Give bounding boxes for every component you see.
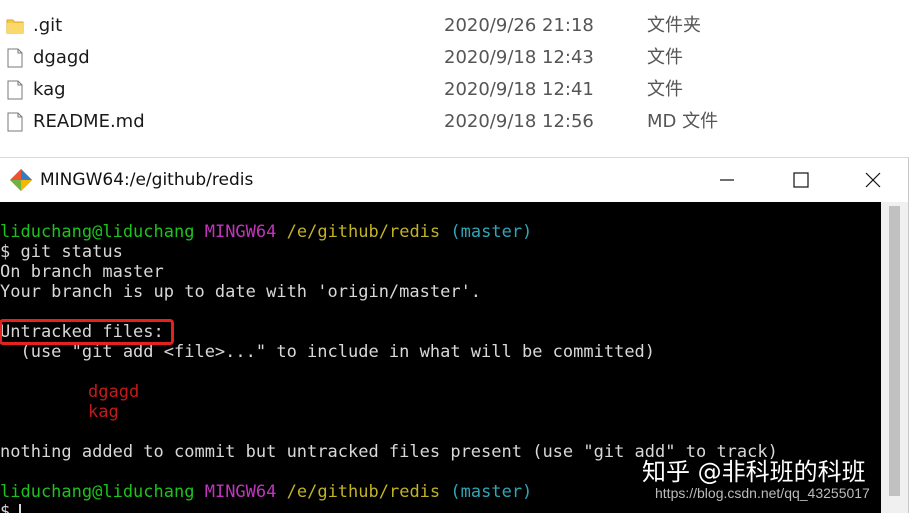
prompt-system: MINGW64 xyxy=(204,482,277,502)
prompt-path: /e/github/redis xyxy=(286,482,441,502)
file-icon xyxy=(7,112,23,132)
prompt-path: /e/github/redis xyxy=(286,222,441,242)
file-row-dgagd[interactable]: dgagd 2020/9/18 12:43 文件 xyxy=(0,42,909,74)
file-date: 2020/9/18 12:56 xyxy=(444,111,594,132)
file-name: README.md xyxy=(33,111,145,132)
watermark-url: https://blog.csdn.net/qq_43255017 xyxy=(655,485,870,501)
file-date: 2020/9/26 21:18 xyxy=(444,15,594,36)
output-line: (use "git add <file>..." to include in w… xyxy=(0,342,656,362)
file-date: 2020/9/18 12:43 xyxy=(444,47,594,68)
close-button[interactable] xyxy=(858,165,888,195)
highlight-box xyxy=(0,319,174,345)
prompt-branch: (master) xyxy=(450,482,533,502)
title-bar[interactable]: MINGW64:/e/github/redis xyxy=(0,158,908,201)
maximize-icon xyxy=(793,172,809,188)
watermark: 知乎 @非科班的科班 xyxy=(642,458,866,486)
file-row-kag[interactable]: kag 2020/9/18 12:41 文件 xyxy=(0,74,909,106)
command-line: $ git status xyxy=(0,242,123,262)
file-row-git[interactable]: .git 2020/9/26 21:18 文件夹 xyxy=(0,10,909,42)
scrollbar[interactable] xyxy=(881,202,908,513)
close-icon xyxy=(865,172,881,188)
prompt-branch: (master) xyxy=(450,222,533,242)
minimize-button[interactable] xyxy=(712,165,742,195)
file-name: .git xyxy=(33,15,63,36)
prompt-line: liduchang@liduchang MINGW64 /e/github/re… xyxy=(0,482,532,502)
file-icon xyxy=(7,48,23,68)
file-row-readme[interactable]: README.md 2020/9/18 12:56 MD 文件 xyxy=(0,106,909,138)
final-prompt: $ xyxy=(0,502,11,513)
untracked-file: kag xyxy=(88,402,119,422)
maximize-button[interactable] xyxy=(786,165,816,195)
prompt-system: MINGW64 xyxy=(204,222,277,242)
file-type: 文件 xyxy=(647,79,683,100)
file-name: kag xyxy=(33,79,66,100)
git-icon xyxy=(10,169,32,191)
output-line: On branch master xyxy=(0,262,164,282)
prompt-line: liduchang@liduchang MINGW64 /e/github/re… xyxy=(0,222,532,242)
file-date: 2020/9/18 12:41 xyxy=(444,79,594,100)
scrollbar-thumb[interactable] xyxy=(889,206,900,496)
file-list: .git 2020/9/26 21:18 文件夹 dgagd 2020/9/18… xyxy=(0,0,909,157)
file-name: dgagd xyxy=(33,47,90,68)
file-icon xyxy=(7,80,23,100)
prompt-user: liduchang@liduchang xyxy=(0,482,195,502)
prompt-user: liduchang@liduchang xyxy=(0,222,195,242)
output-line: Your branch is up to date with 'origin/m… xyxy=(0,282,482,302)
file-type: 文件 xyxy=(647,47,683,68)
untracked-file: dgagd xyxy=(88,382,140,402)
window-title: MINGW64:/e/github/redis xyxy=(40,170,254,190)
folder-icon xyxy=(6,19,24,34)
file-type: MD 文件 xyxy=(647,111,719,132)
file-type: 文件夹 xyxy=(647,15,701,36)
